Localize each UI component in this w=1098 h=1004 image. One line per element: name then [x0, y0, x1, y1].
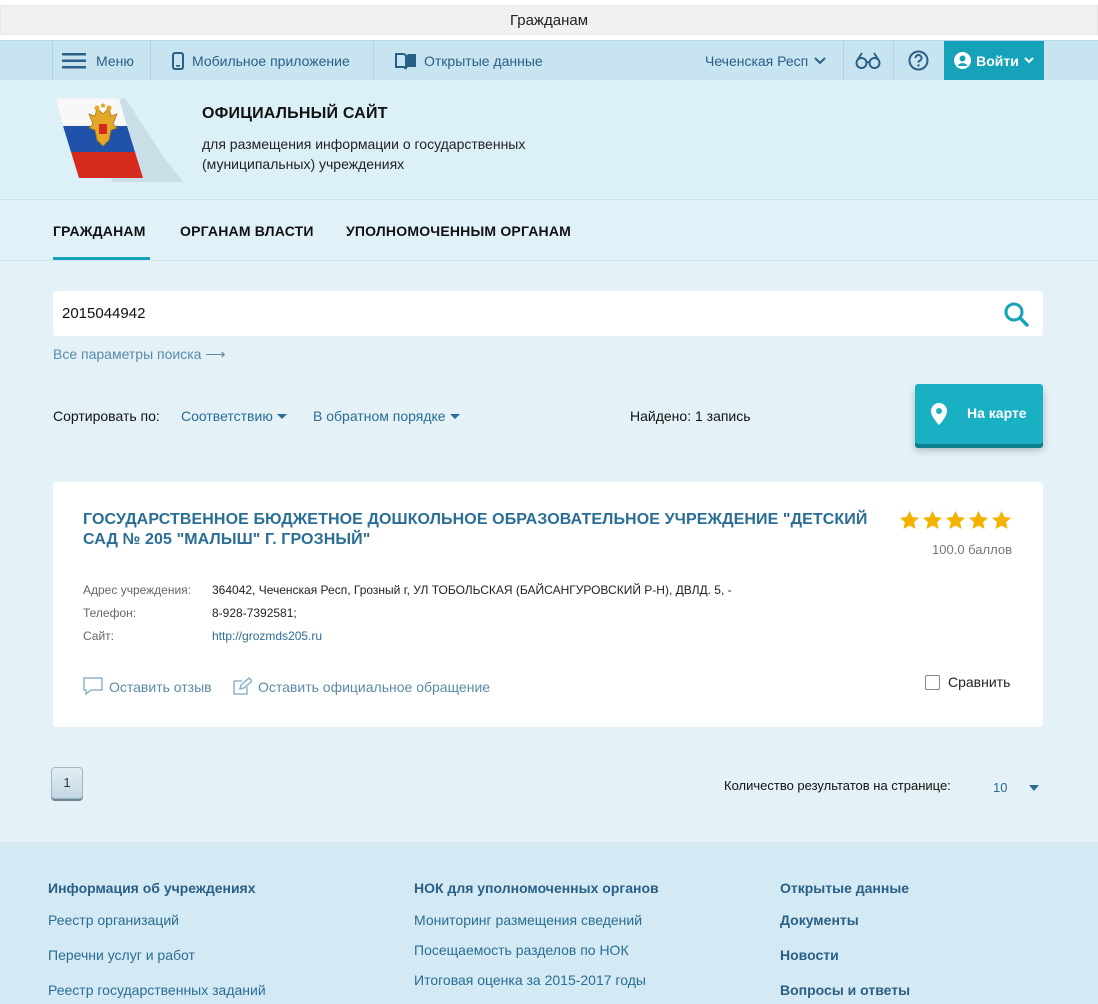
window-title: Гражданам	[0, 5, 1098, 35]
top-bar: Меню Мобильное приложение Открытые данны…	[0, 40, 1098, 80]
window-titlebar: Гражданам	[0, 0, 1098, 40]
site-title: ОФИЦИАЛЬНЫЙ САЙТ	[202, 105, 388, 122]
divider	[373, 41, 374, 80]
caret-down-icon	[449, 414, 460, 419]
rating-stars	[899, 510, 1013, 532]
mobile-phone-icon	[172, 51, 184, 70]
per-page-label: Количество результатов на странице:	[724, 778, 951, 793]
comment-icon	[83, 677, 103, 696]
institution-title-link[interactable]: ГОСУДАРСТВЕННОЕ БЮДЖЕТНОЕ ДОШКОЛЬНОЕ ОБР…	[83, 510, 873, 550]
search-box	[53, 291, 1043, 336]
footer-link[interactable]: Перечни услуг и работ	[48, 947, 266, 966]
leave-review-link[interactable]: Оставить отзыв	[83, 677, 212, 696]
sort-order-label: В обратном порядке	[313, 408, 446, 424]
phone-label: Телефон:	[83, 606, 137, 620]
sort-relevance-label: Соответствию	[181, 408, 273, 424]
region-selector[interactable]: Чеченская Респ	[705, 41, 826, 80]
map-button[interactable]: На карте	[915, 384, 1043, 444]
divider	[52, 41, 53, 80]
footer-link[interactable]: Мониторинг размещения сведений	[414, 912, 659, 931]
edit-icon	[233, 677, 252, 695]
star-icon	[899, 510, 920, 529]
compare-label: Сравнить	[948, 674, 1011, 690]
hamburger-icon	[62, 52, 86, 68]
star-icon	[922, 510, 943, 529]
login-label: Войти	[976, 52, 1019, 69]
tab-authorities[interactable]: ОРГАНАМ ВЛАСТИ	[180, 223, 314, 239]
star-icon	[991, 510, 1012, 529]
help-circle-icon	[908, 50, 929, 71]
checkbox-box[interactable]	[925, 674, 940, 690]
chevron-down-icon	[814, 56, 826, 64]
map-pin-icon	[931, 403, 947, 425]
footer-column-open-data: Открытые данные Документы Новости Вопрос…	[780, 880, 910, 1001]
footer-link[interactable]: Реестр организаций	[48, 912, 266, 931]
per-page-value[interactable]: 10	[993, 780, 1007, 795]
sort-label: Сортировать по:	[53, 408, 160, 424]
address-label: Адрес учреждения:	[83, 583, 192, 597]
mobile-app-link[interactable]: Мобильное приложение	[172, 41, 350, 80]
compare-checkbox[interactable]: Сравнить	[925, 674, 1010, 690]
tab-citizens[interactable]: ГРАЖДАНАМ	[53, 223, 146, 239]
leave-review-label: Оставить отзыв	[109, 678, 212, 695]
footer-heading[interactable]: НОК для уполномоченных органов	[414, 880, 659, 896]
mobile-app-label: Мобильное приложение	[192, 52, 350, 69]
all-search-params-link[interactable]: Все параметры поиска ⟶	[53, 346, 225, 363]
active-tab-indicator	[53, 257, 150, 260]
footer-column-institutions: Информация об учреждениях Реестр организ…	[48, 880, 266, 1001]
open-data-link[interactable]: Открытые данные	[395, 41, 543, 80]
phone-value: 8-928-7392581;	[212, 606, 297, 620]
footer-link[interactable]: Документы	[780, 912, 910, 931]
site-label: Сайт:	[83, 629, 115, 643]
official-appeal-label: Оставить официальное обращение	[258, 678, 491, 695]
results-count: Найдено: 1 запись	[630, 408, 751, 424]
user-circle-icon	[954, 52, 972, 69]
accessibility-button[interactable]	[855, 41, 881, 80]
russian-emblem-logo[interactable]	[53, 98, 185, 182]
divider	[150, 41, 151, 80]
search-input[interactable]	[53, 291, 993, 336]
search-icon[interactable]	[1003, 301, 1029, 327]
caret-down-icon[interactable]	[1029, 785, 1039, 791]
chevron-down-icon	[1024, 57, 1034, 64]
open-book-icon	[395, 52, 416, 69]
menu-label: Меню	[96, 52, 134, 69]
site-link[interactable]: http://grozmds205.ru	[212, 629, 322, 643]
footer-heading[interactable]: Открытые данные	[780, 880, 910, 896]
caret-down-icon	[276, 414, 287, 419]
footer-link[interactable]: Реестр государственных заданий	[48, 982, 266, 1001]
region-label: Чеченская Респ	[705, 52, 809, 69]
help-button[interactable]	[908, 41, 929, 80]
login-button[interactable]: Войти	[944, 41, 1044, 80]
address-value: 364042, Чеченская Респ, Грозный г, УЛ ТО…	[212, 583, 732, 597]
site-subtitle: для размещения информации о государствен…	[202, 136, 526, 172]
divider	[893, 41, 894, 80]
result-card: ГОСУДАРСТВЕННОЕ БЮДЖЕТНОЕ ДОШКОЛЬНОЕ ОБР…	[53, 482, 1043, 727]
footer-heading[interactable]: Информация об учреждениях	[48, 880, 266, 896]
footer-link[interactable]: Вопросы и ответы	[780, 982, 910, 1001]
map-button-label: На карте	[967, 405, 1027, 421]
footer-link[interactable]: Новости	[780, 947, 910, 966]
glasses-icon	[855, 51, 881, 69]
star-icon	[968, 510, 989, 529]
footer-link[interactable]: Посещаемость разделов по НОК	[414, 942, 659, 961]
footer-column-nok: НОК для уполномоченных органов Мониторин…	[414, 880, 659, 991]
sort-order-dropdown[interactable]: В обратном порядке	[313, 408, 460, 424]
sort-relevance-dropdown[interactable]: Соответствию	[181, 408, 287, 424]
page-button-1[interactable]: 1	[51, 767, 83, 799]
tab-authorized-bodies[interactable]: УПОЛНОМОЧЕННЫМ ОРГАНАМ	[346, 223, 571, 239]
divider	[843, 41, 844, 80]
open-data-label: Открытые данные	[424, 52, 543, 69]
star-icon	[945, 510, 966, 529]
main-nav: ГРАЖДАНАМ ОРГАНАМ ВЛАСТИ УПОЛНОМОЧЕННЫМ …	[0, 201, 1098, 261]
site-header: ОФИЦИАЛЬНЫЙ САЙТ для размещения информац…	[0, 80, 1098, 200]
footer-link[interactable]: Итоговая оценка за 2015-2017 годы	[414, 972, 659, 991]
rating-score: 100.0 баллов	[932, 542, 1012, 557]
official-appeal-link[interactable]: Оставить официальное обращение	[232, 677, 490, 696]
menu-button[interactable]: Меню	[62, 41, 134, 80]
site-footer: Информация об учреждениях Реестр организ…	[0, 842, 1098, 1004]
